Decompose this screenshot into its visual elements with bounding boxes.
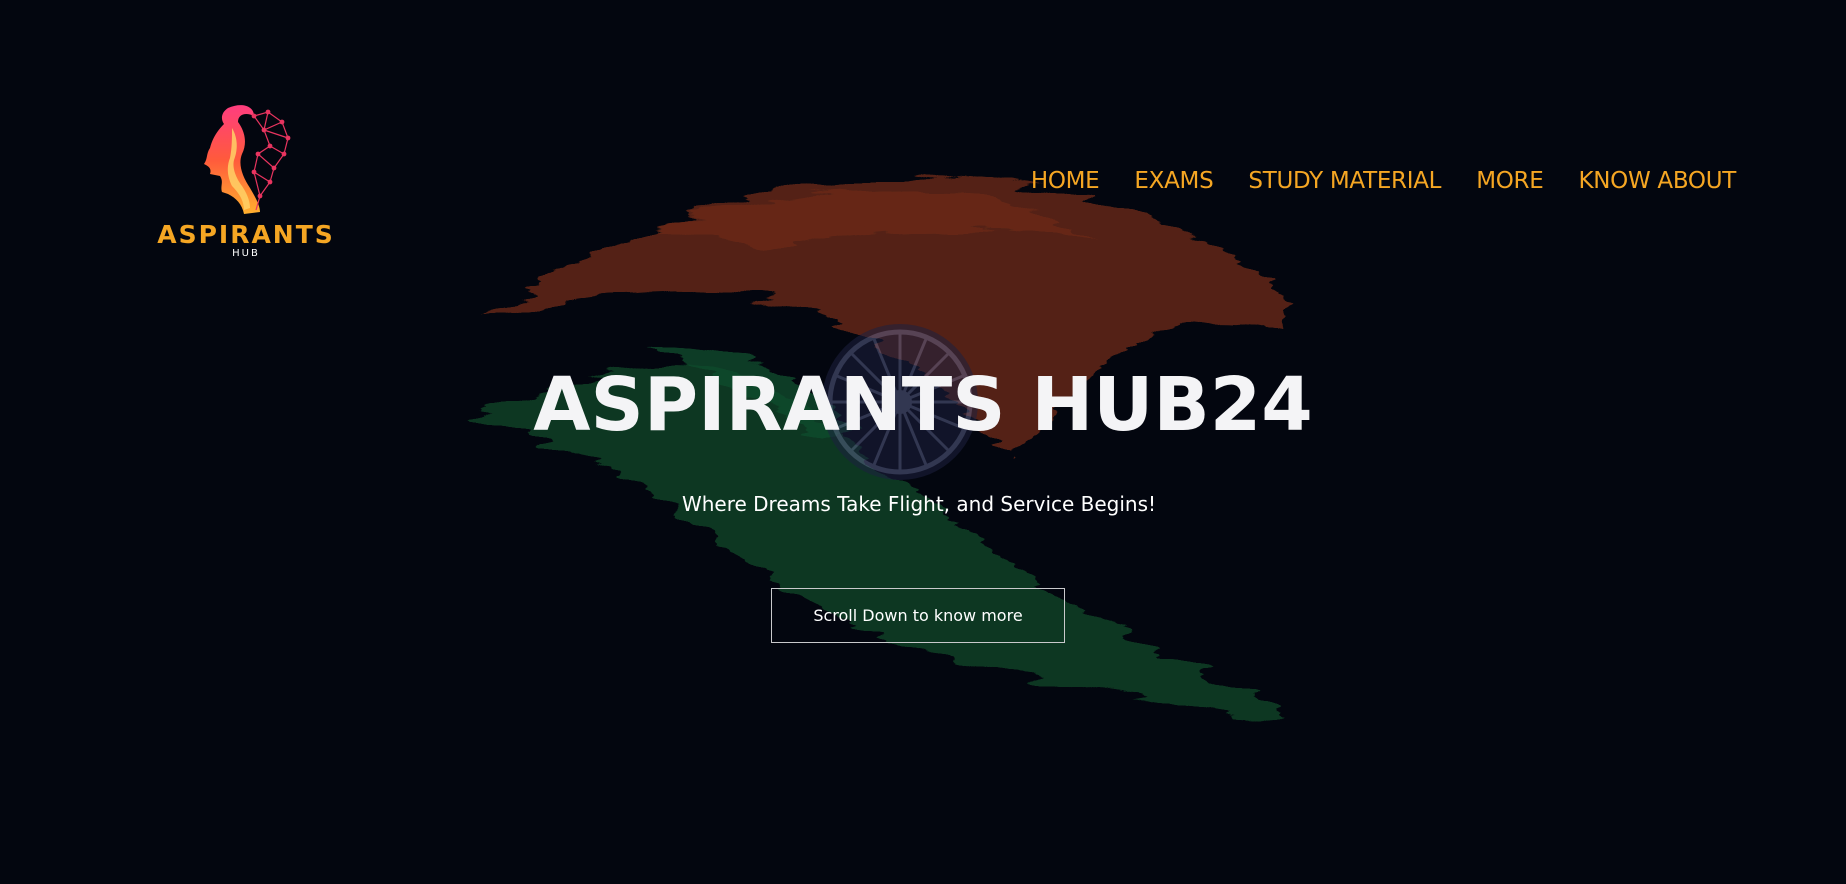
nav-item-study-material[interactable]: STUDY MATERIAL xyxy=(1248,168,1441,194)
main-nav: HOME EXAMS STUDY MATERIAL MORE KNOW ABOU… xyxy=(1031,168,1736,194)
hero-subtitle: Where Dreams Take Flight, and Service Be… xyxy=(681,492,1157,516)
logo-subtext: HUB xyxy=(232,248,260,259)
hero-title: ASPIRANTS HUB24 xyxy=(533,362,1313,448)
nav-item-know-about[interactable]: KNOW ABOUT xyxy=(1578,168,1736,194)
head-network-icon xyxy=(204,105,291,214)
nav-item-home[interactable]: HOME xyxy=(1031,168,1100,194)
scroll-down-button[interactable]: Scroll Down to know more xyxy=(771,588,1065,643)
brand-logo[interactable]: ASPIRANTS HUB xyxy=(150,98,340,264)
nav-item-exams[interactable]: EXAMS xyxy=(1134,168,1213,194)
nav-item-more[interactable]: MORE xyxy=(1476,168,1544,194)
logo-wordmark: ASPIRANTS xyxy=(157,220,335,249)
landing-page: ASPIRANTS HUB HOME EXAMS STUDY MATERIAL … xyxy=(0,0,1846,884)
